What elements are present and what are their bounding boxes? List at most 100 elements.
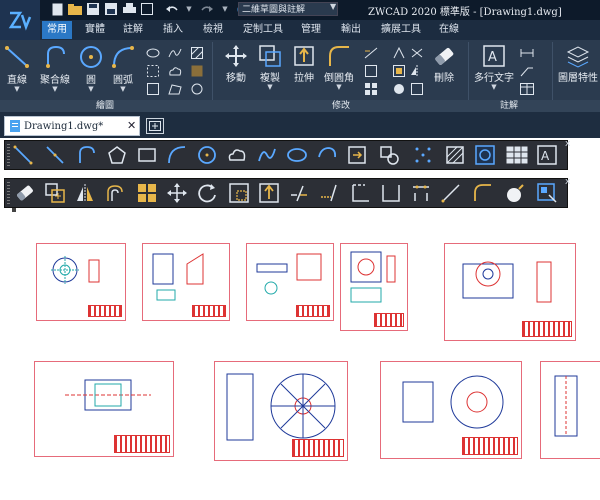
donut-icon[interactable]: [190, 82, 204, 96]
mtext-icon[interactable]: A: [536, 144, 558, 166]
explode-icon[interactable]: [504, 182, 526, 204]
mirror-icon[interactable]: [74, 182, 96, 204]
properties-palette-icon[interactable]: [536, 182, 558, 204]
scale-icon[interactable]: [392, 64, 406, 78]
tab-output[interactable]: 輸出: [336, 21, 366, 39]
stretch-icon[interactable]: [258, 182, 280, 204]
arc-button[interactable]: 圓弧 ▼: [110, 44, 136, 93]
undo-icon[interactable]: [164, 2, 178, 16]
tab-manage[interactable]: 管理: [296, 21, 326, 39]
line-icon[interactable]: [12, 144, 34, 166]
polygon-icon[interactable]: [106, 144, 128, 166]
new-file-icon[interactable]: [50, 2, 64, 16]
layer-properties-button[interactable]: 圖層特性: [558, 44, 598, 84]
region-icon[interactable]: [168, 82, 182, 96]
copy-icon[interactable]: [44, 182, 66, 204]
mirror-icon[interactable]: [410, 64, 424, 78]
polyline-button[interactable]: 聚合線 ▼: [40, 44, 70, 93]
tab-extensions[interactable]: 擴展工具: [376, 21, 426, 39]
spline-icon[interactable]: [256, 144, 278, 166]
tab-insert[interactable]: 插入: [158, 21, 188, 39]
circle-icon[interactable]: [196, 144, 218, 166]
app-logo[interactable]: [0, 0, 40, 40]
revcloud-icon[interactable]: [226, 144, 248, 166]
array-icon[interactable]: [136, 182, 158, 204]
drawing-sheet[interactable]: [36, 243, 126, 321]
dropdown-arrow-icon[interactable]: ▼: [218, 2, 232, 16]
new-tab-button[interactable]: [146, 118, 164, 134]
close-icon[interactable]: x: [565, 177, 570, 187]
table-icon[interactable]: [520, 82, 534, 96]
drawing-sheet[interactable]: [340, 243, 408, 331]
hatch-icon[interactable]: [190, 46, 204, 60]
drawing-sheet[interactable]: [444, 243, 576, 341]
toolbar-grip[interactable]: [7, 144, 10, 166]
spline-icon[interactable]: [168, 46, 182, 60]
rectangle-icon[interactable]: [136, 144, 158, 166]
ellipse-arc-icon[interactable]: [316, 144, 338, 166]
ellipse-icon[interactable]: [286, 144, 308, 166]
scale-icon[interactable]: [228, 182, 250, 204]
line-button[interactable]: 直線 ▼: [4, 44, 30, 93]
ellipse-icon[interactable]: [146, 46, 160, 60]
explode-icon[interactable]: [410, 46, 424, 60]
trim-icon[interactable]: [288, 182, 310, 204]
drawing-sheet[interactable]: [540, 361, 600, 459]
arc-icon[interactable]: [166, 144, 188, 166]
revcloud-icon[interactable]: [168, 64, 182, 78]
tab-home[interactable]: 常用: [42, 21, 72, 39]
close-icon[interactable]: ✕: [127, 119, 136, 132]
toolbar-grip[interactable]: [7, 182, 10, 204]
polyline-icon[interactable]: [76, 144, 98, 166]
point-icon[interactable]: [412, 144, 434, 166]
stretch-button[interactable]: 拉伸: [292, 44, 316, 84]
offset-icon[interactable]: [104, 182, 126, 204]
drawing-sheet[interactable]: [246, 243, 334, 321]
leader-icon[interactable]: [520, 64, 534, 78]
make-block-icon[interactable]: [378, 144, 400, 166]
annotate-panel-title[interactable]: 註解: [500, 100, 518, 112]
construction-line-icon[interactable]: [44, 144, 66, 166]
rotate-icon[interactable]: [364, 64, 378, 78]
drawing-sheet[interactable]: [34, 361, 174, 457]
join-icon[interactable]: [410, 182, 432, 204]
erase-icon[interactable]: [14, 182, 36, 204]
fillet-icon[interactable]: [472, 182, 494, 204]
drawing-sheet[interactable]: [214, 361, 348, 461]
workspace-dropdown-icon[interactable]: ▼: [330, 2, 336, 11]
linear-dimension-icon[interactable]: [520, 46, 534, 60]
tab-view[interactable]: 檢視: [198, 21, 228, 39]
circle-button[interactable]: 圓 ▼: [78, 44, 104, 93]
copy-button[interactable]: 複製 ▼: [258, 44, 282, 91]
fillet-button[interactable]: 倒圓角 ▼: [324, 44, 354, 91]
erase-button[interactable]: 刪除: [432, 44, 456, 84]
boundary-icon[interactable]: [474, 144, 496, 166]
workspace-select[interactable]: 二維草圖與註解: [238, 2, 338, 16]
move-button[interactable]: 移動: [224, 44, 248, 84]
draw-panel-title[interactable]: 繪圖: [96, 100, 114, 112]
array-icon[interactable]: [364, 82, 378, 96]
tab-annotate[interactable]: 註解: [118, 21, 148, 39]
break-at-point-icon[interactable]: [350, 182, 372, 204]
modify-panel-title[interactable]: 修改: [332, 100, 350, 112]
drawing-sheet[interactable]: [142, 243, 230, 321]
insert-block-icon[interactable]: [346, 144, 368, 166]
plot-preview-icon[interactable]: [140, 2, 154, 16]
chamfer-icon[interactable]: [440, 182, 462, 204]
break-icon[interactable]: [410, 82, 424, 96]
tab-solid[interactable]: 實體: [80, 21, 110, 39]
dropdown-arrow-icon[interactable]: ▼: [182, 2, 196, 16]
open-folder-icon[interactable]: [68, 2, 82, 16]
move-icon[interactable]: [166, 182, 188, 204]
trim-icon[interactable]: [364, 46, 378, 60]
offset-icon[interactable]: [392, 46, 406, 60]
rotate-icon[interactable]: [196, 182, 218, 204]
save-icon[interactable]: [86, 2, 100, 16]
tab-customize[interactable]: 定制工具: [238, 21, 288, 39]
boundary-icon[interactable]: [146, 82, 160, 96]
tab-online[interactable]: 在線: [434, 21, 464, 39]
document-tab[interactable]: Drawing1.dwg* ✕: [4, 116, 140, 136]
point-icon[interactable]: [146, 64, 160, 78]
break-icon[interactable]: [380, 182, 402, 204]
redo-icon[interactable]: [200, 2, 214, 16]
